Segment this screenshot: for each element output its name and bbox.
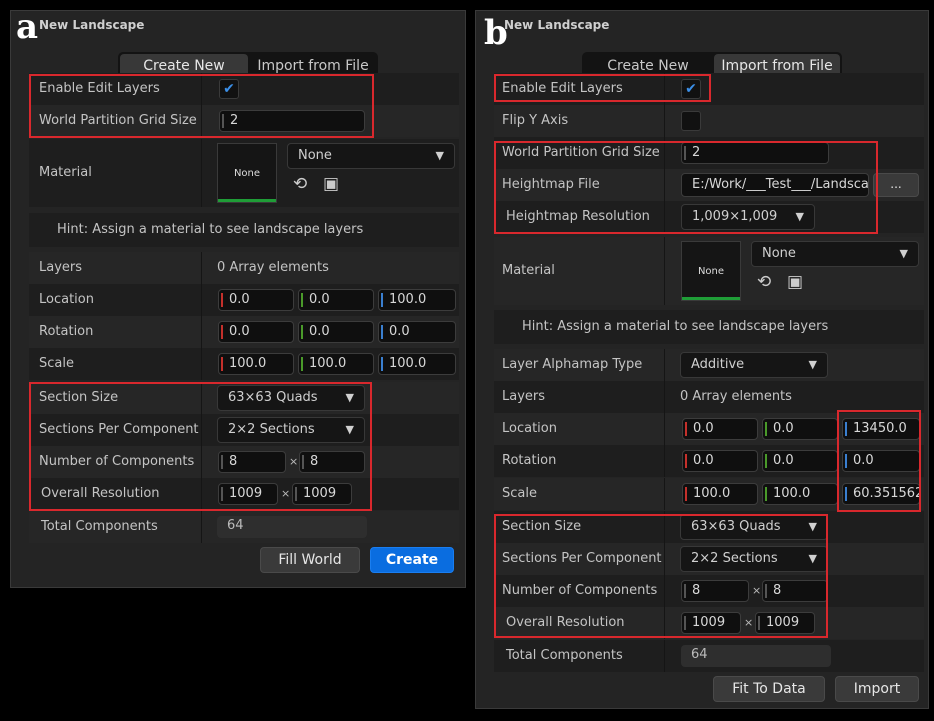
- label-total-components: Total Components: [41, 519, 158, 534]
- label-total-components: Total Components: [506, 648, 623, 663]
- panel-b-label: b: [484, 13, 508, 53]
- row-hint: Hint: Assign a material to see landscape…: [29, 213, 459, 247]
- total-components-value: 64: [217, 516, 367, 538]
- label-location: Location: [502, 421, 557, 436]
- row-scale: Scale 100.0 100.0 100.0: [29, 348, 459, 380]
- location-y-input[interactable]: 0.0: [762, 418, 838, 440]
- hint-text: Hint: Assign a material to see landscape…: [522, 319, 829, 334]
- label-material: Material: [502, 263, 555, 278]
- layers-count: 0 Array elements: [680, 389, 792, 404]
- row-total-components: Total Components 64: [494, 640, 924, 672]
- row-material: Material None None ▼ ⟲ ▣: [494, 237, 924, 305]
- chevron-down-icon: ▼: [899, 247, 908, 260]
- rotation-x-input[interactable]: 0.0: [682, 450, 758, 472]
- scale-x-input[interactable]: 100.0: [682, 483, 758, 505]
- rotation-y-input[interactable]: 0.0: [762, 450, 838, 472]
- reset-arrow-icon[interactable]: ⟲: [757, 273, 771, 291]
- location-z-input[interactable]: 100.0: [378, 289, 456, 311]
- layers-count: 0 Array elements: [217, 260, 329, 275]
- row-material: Material None None ▼ ⟲ ▣: [29, 139, 459, 207]
- rotation-x-input[interactable]: 0.0: [218, 321, 294, 343]
- label-location: Location: [39, 292, 94, 307]
- scale-z-input[interactable]: 100.0: [378, 353, 456, 375]
- row-flip-y-axis: Flip Y Axis: [494, 105, 924, 137]
- location-x-input[interactable]: 0.0: [218, 289, 294, 311]
- highlight-box: [29, 74, 374, 138]
- create-button[interactable]: Create: [370, 547, 454, 573]
- panel-b-title: New Landscape: [504, 18, 610, 32]
- browse-asset-icon[interactable]: ▣: [323, 175, 339, 193]
- reset-arrow-icon[interactable]: ⟲: [293, 175, 307, 193]
- total-components-value: 64: [681, 645, 831, 667]
- material-thumbnail[interactable]: None: [681, 241, 741, 301]
- scale-x-input[interactable]: 100.0: [218, 353, 294, 375]
- browse-asset-icon[interactable]: ▣: [787, 273, 803, 291]
- label-scale: Scale: [39, 356, 74, 371]
- highlight-box: [29, 382, 372, 511]
- scale-y-input[interactable]: 100.0: [298, 353, 374, 375]
- fit-to-data-button[interactable]: Fit To Data: [713, 676, 825, 702]
- label-layer-alphamap-type: Layer Alphamap Type: [502, 357, 643, 372]
- highlight-box: [494, 74, 711, 102]
- highlight-box: [837, 410, 921, 512]
- scale-y-input[interactable]: 100.0: [762, 483, 838, 505]
- row-layers: Layers 0 Array elements: [29, 252, 459, 284]
- heightmap-browse-button[interactable]: ...: [873, 173, 919, 197]
- location-x-input[interactable]: 0.0: [682, 418, 758, 440]
- material-thumbnail[interactable]: None: [217, 143, 277, 203]
- material-dropdown[interactable]: None ▼: [287, 143, 455, 169]
- highlight-box: [494, 141, 878, 234]
- row-layers: Layers 0 Array elements: [494, 381, 924, 413]
- chevron-down-icon: ▼: [435, 149, 444, 162]
- panel-a-title: New Landscape: [39, 18, 145, 32]
- label-scale: Scale: [502, 486, 537, 501]
- rotation-z-input[interactable]: 0.0: [378, 321, 456, 343]
- panel-a-label: a: [16, 7, 39, 47]
- fill-world-button[interactable]: Fill World: [260, 547, 360, 573]
- row-layer-alphamap-type: Layer Alphamap Type Additive ▼: [494, 349, 924, 381]
- label-flip-y-axis: Flip Y Axis: [502, 113, 569, 128]
- hint-text: Hint: Assign a material to see landscape…: [57, 222, 364, 237]
- row-total-components: Total Components 64: [29, 511, 459, 543]
- label-material: Material: [39, 165, 92, 180]
- chevron-down-icon: ▼: [808, 358, 817, 371]
- label-rotation: Rotation: [39, 324, 94, 339]
- checkbox-flip-y-axis[interactable]: [681, 111, 701, 131]
- label-rotation: Rotation: [502, 453, 557, 468]
- label-layers: Layers: [39, 260, 83, 275]
- material-dropdown[interactable]: None ▼: [751, 241, 919, 267]
- highlight-box: [494, 514, 828, 638]
- alphamap-type-dropdown[interactable]: Additive ▼: [680, 352, 828, 378]
- row-hint: Hint: Assign a material to see landscape…: [494, 310, 924, 344]
- location-y-input[interactable]: 0.0: [298, 289, 374, 311]
- row-rotation: Rotation 0.0 0.0 0.0: [29, 316, 459, 348]
- rotation-y-input[interactable]: 0.0: [298, 321, 374, 343]
- import-button[interactable]: Import: [835, 676, 919, 702]
- row-location: Location 0.0 0.0 100.0: [29, 284, 459, 316]
- label-layers: Layers: [502, 389, 546, 404]
